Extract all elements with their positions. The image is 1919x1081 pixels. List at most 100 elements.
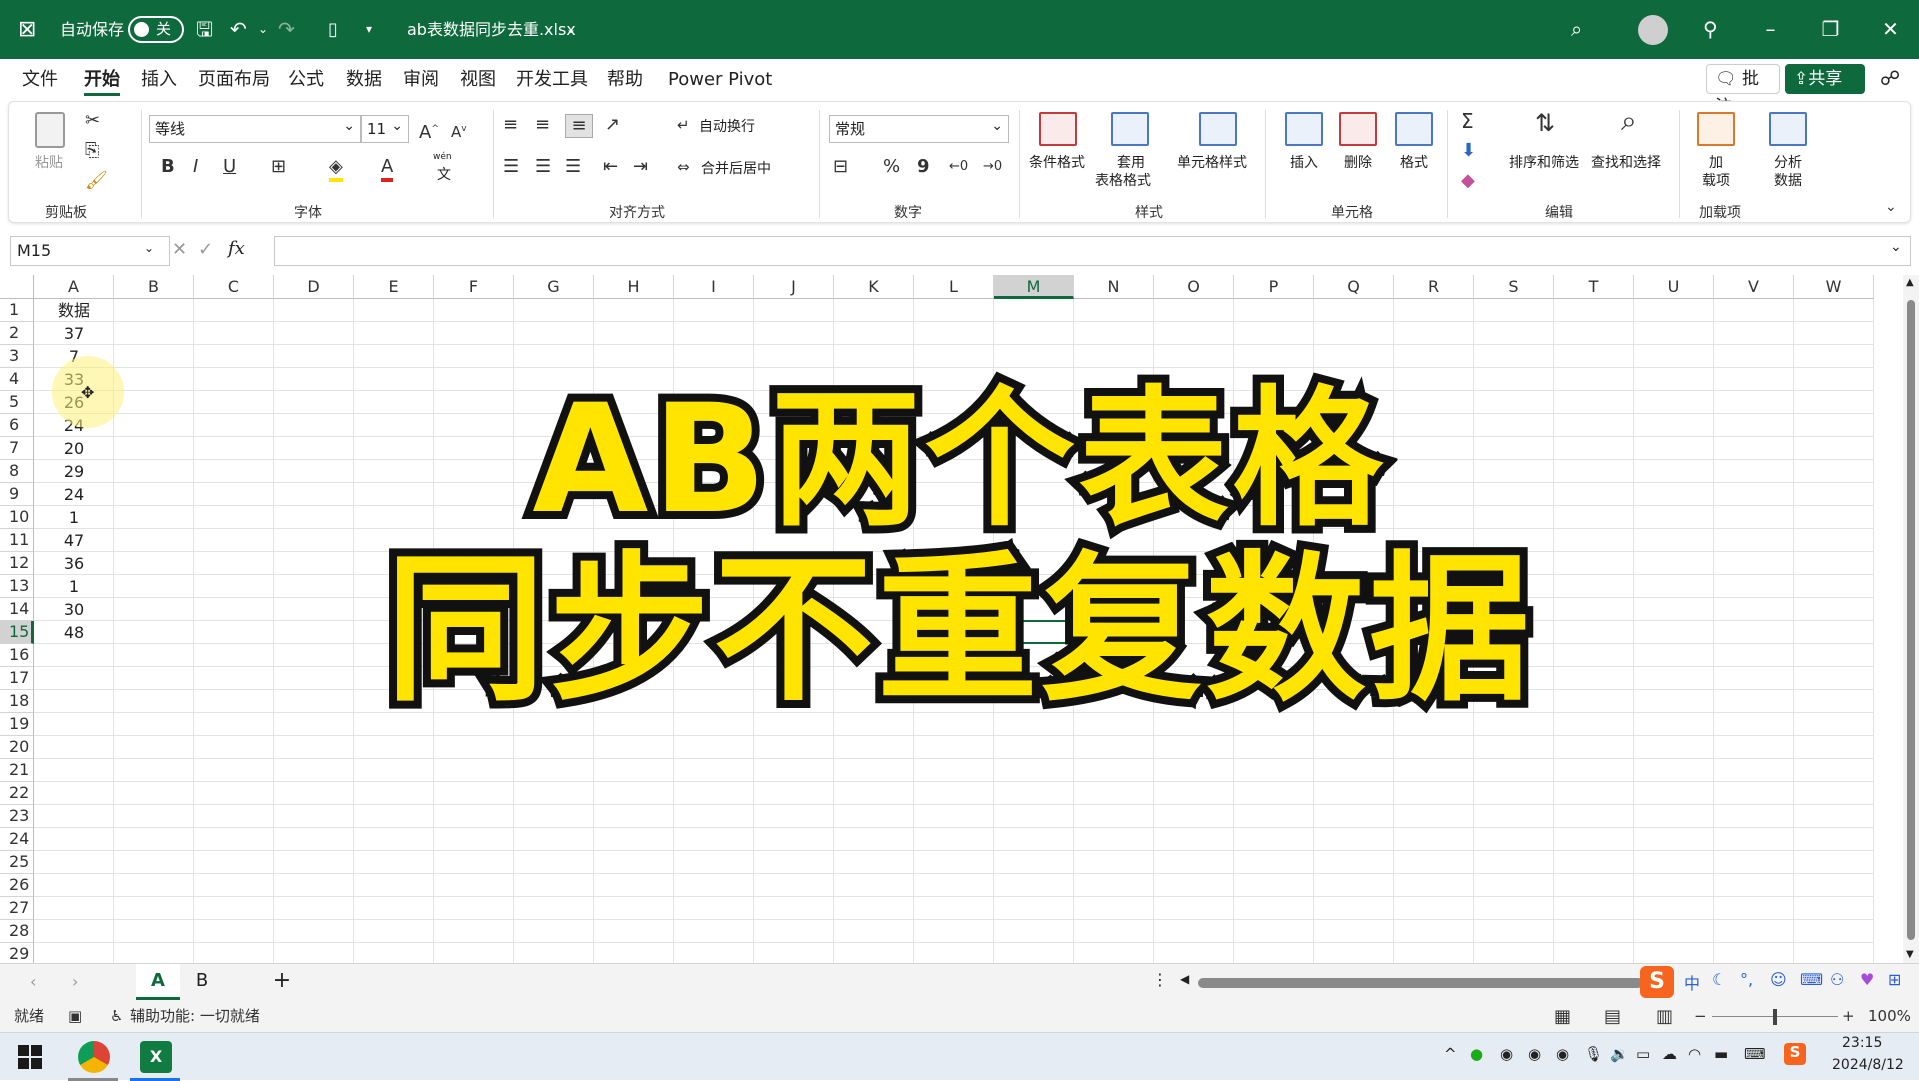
font-size-select[interactable]: 11	[361, 113, 409, 143]
feedback-icon[interactable]: ☍	[1880, 66, 1900, 90]
format-as-table-label2[interactable]: 表格格式	[1095, 170, 1151, 190]
tab-file[interactable]: 文件	[22, 68, 58, 96]
column-header-s[interactable]: S	[1474, 275, 1554, 299]
zoom-slider-thumb[interactable]	[1773, 1009, 1777, 1025]
column-header-v[interactable]: V	[1714, 275, 1794, 299]
column-header-a[interactable]: A	[34, 275, 114, 299]
tab-data[interactable]: 数据	[346, 68, 382, 96]
add-sheet-button[interactable]: +	[260, 964, 304, 1000]
increase-indent-icon[interactable]: ⇥	[633, 156, 648, 178]
minimize-icon[interactable]: –	[1743, 0, 1798, 59]
align-middle-icon[interactable]: ≡	[535, 114, 550, 136]
merge-center-button[interactable]: 合并后居中	[701, 158, 771, 178]
horizontal-scroll-thumb[interactable]	[1198, 978, 1643, 988]
find-select-icon[interactable]: ⌕	[1621, 107, 1637, 135]
macro-record-icon[interactable]: ▣	[68, 1001, 82, 1032]
column-header-g[interactable]: G	[514, 275, 594, 299]
font-color-icon[interactable]: A	[381, 156, 394, 182]
share-button[interactable]: ⇪共享 ⌄	[1785, 64, 1865, 117]
row-header-29[interactable]: 29	[0, 943, 34, 963]
column-header-f[interactable]: F	[434, 275, 514, 299]
addins-label1[interactable]: 加	[1709, 152, 1723, 172]
moon-icon[interactable]: ☾	[1712, 970, 1726, 989]
windows-start-icon[interactable]	[18, 1045, 42, 1069]
accounting-format-icon[interactable]: ⊟	[833, 156, 848, 178]
tab-help[interactable]: 帮助	[607, 68, 643, 96]
fill-icon[interactable]: ⬇	[1461, 140, 1476, 162]
column-header-p[interactable]: P	[1234, 275, 1314, 299]
tab-split-icon[interactable]: ⋮	[1152, 970, 1168, 989]
page-layout-view-icon[interactable]: ▤	[1604, 1001, 1621, 1032]
column-header-w[interactable]: W	[1794, 275, 1874, 299]
ime-logo-icon[interactable]: S	[1640, 966, 1674, 998]
analyze-data-icon[interactable]	[1769, 112, 1807, 146]
analyze-data-label1[interactable]: 分析	[1774, 152, 1802, 172]
tab-developer[interactable]: 开发工具	[516, 68, 588, 96]
tab-view[interactable]: 视图	[460, 68, 496, 96]
microphone-icon[interactable]: 🎙	[1584, 1045, 1603, 1063]
scroll-down-icon[interactable]: ▼	[1906, 949, 1914, 960]
decrease-indent-icon[interactable]: ⇤	[603, 156, 618, 178]
addins-icon[interactable]	[1697, 112, 1735, 146]
column-header-b[interactable]: B	[114, 275, 194, 299]
format-cells-button[interactable]: 格式	[1400, 152, 1428, 172]
lightbulb-icon[interactable]: ⚲	[1703, 0, 1718, 59]
undo-icon[interactable]: ↶	[230, 0, 247, 59]
restore-icon[interactable]: ❐	[1803, 0, 1858, 59]
undo-dropdown-icon[interactable]: ⌄	[258, 0, 268, 59]
user-icon[interactable]: ⚇	[1830, 970, 1844, 989]
punct-icon[interactable]: °,	[1740, 970, 1753, 989]
font-family-select[interactable]: 等线	[149, 113, 361, 143]
wifi-icon[interactable]: ◠	[1688, 1045, 1701, 1063]
row-header-28[interactable]: 28	[0, 920, 34, 943]
comments-button[interactable]: 🗨 批注	[1706, 64, 1780, 117]
keyboard-icon[interactable]: ⌨	[1800, 970, 1823, 989]
cell-styles-button[interactable]: 单元格样式	[1177, 152, 1247, 172]
row-header-27[interactable]: 27	[0, 897, 34, 920]
conditional-format-icon[interactable]	[1039, 112, 1077, 146]
conditional-format-button[interactable]: 条件格式	[1029, 152, 1085, 172]
accessibility-icon[interactable]: ♿	[110, 1001, 123, 1032]
cloud-icon[interactable]: ☁	[1662, 1045, 1677, 1063]
scroll-left-icon[interactable]: ◀	[1180, 972, 1189, 986]
insert-function-icon[interactable]: fx	[228, 238, 245, 259]
cell-styles-icon[interactable]	[1199, 112, 1237, 146]
percent-icon[interactable]: %	[883, 156, 900, 178]
sheet-tab-a[interactable]: A	[136, 964, 180, 1000]
column-header-k[interactable]: K	[834, 275, 914, 299]
qq3-icon[interactable]: ◉	[1556, 1045, 1569, 1063]
border-icon[interactable]: ⊞	[271, 156, 286, 178]
increase-decimal-icon[interactable]: ←0	[949, 156, 968, 178]
display-icon[interactable]: ▭	[1636, 1045, 1650, 1063]
delete-cells-icon[interactable]	[1339, 112, 1377, 146]
format-as-table-label1[interactable]: 套用	[1117, 152, 1145, 172]
column-header-q[interactable]: Q	[1314, 275, 1394, 299]
accessibility-status[interactable]: 辅助功能: 一切就绪	[130, 1001, 260, 1032]
column-header-o[interactable]: O	[1154, 275, 1234, 299]
row-header-25[interactable]: 25	[0, 851, 34, 874]
row-header-26[interactable]: 26	[0, 874, 34, 897]
align-top-icon[interactable]: ≡	[503, 114, 518, 136]
row-header-23[interactable]: 23	[0, 805, 34, 828]
decrease-font-icon[interactable]: Av	[451, 118, 467, 143]
format-cells-icon[interactable]	[1395, 112, 1433, 146]
clock-date[interactable]: 2024/8/12	[1832, 1057, 1904, 1073]
clear-icon[interactable]: ◆	[1461, 170, 1475, 192]
autosum-icon[interactable]: Σ	[1461, 110, 1474, 132]
excel-taskbar-icon[interactable]: X	[140, 1041, 172, 1073]
increase-font-icon[interactable]: A^	[419, 118, 439, 144]
row-header-2[interactable]: 2	[0, 322, 34, 345]
column-header-t[interactable]: T	[1554, 275, 1634, 299]
zoom-in-icon[interactable]: +	[1842, 1001, 1855, 1032]
filename-chevron-icon[interactable]: ⌄	[566, 0, 576, 59]
customize-toolbar-icon[interactable]: ▾	[366, 0, 372, 59]
analyze-data-label2[interactable]: 数据	[1774, 170, 1802, 190]
bold-icon[interactable]: B	[161, 156, 175, 178]
align-left-icon[interactable]: ☰	[503, 156, 519, 178]
format-as-table-icon[interactable]	[1111, 112, 1149, 146]
column-header-h[interactable]: H	[594, 275, 674, 299]
zoom-out-icon[interactable]: −	[1694, 1001, 1707, 1032]
copy-icon[interactable]: ⎘	[85, 140, 99, 162]
merge-center-icon[interactable]: ⇔	[677, 156, 690, 178]
close-icon[interactable]: ✕	[1863, 0, 1918, 59]
